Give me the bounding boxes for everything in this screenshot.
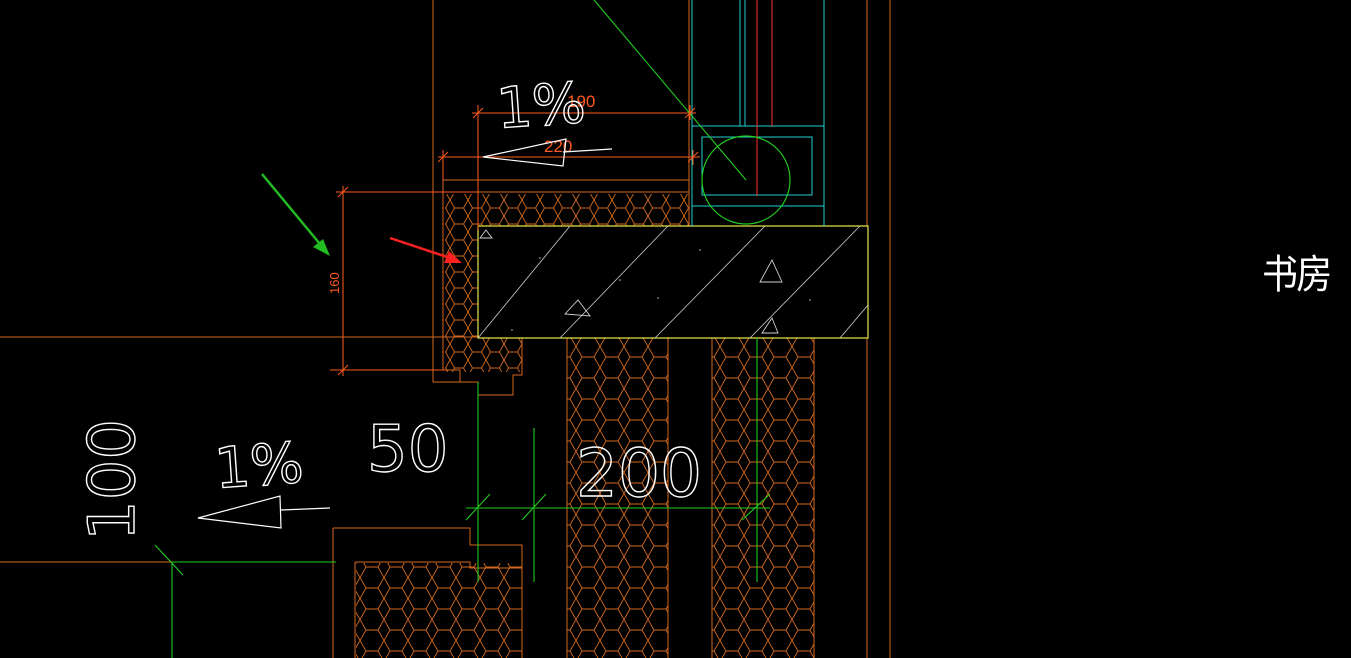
dimension-label-200: 200	[576, 435, 702, 512]
slope-label-bottom: 1%	[212, 431, 305, 502]
cad-drawing-canvas: 190 220 160 1% 1% 50 200 100	[0, 0, 891, 658]
dimension-label-220: 220	[544, 137, 572, 156]
concrete-slab	[477, 225, 869, 339]
dimension-lines	[330, 105, 700, 376]
window-red-lines	[756, 0, 773, 196]
dimension-label-50: 50	[367, 413, 448, 487]
green-pointer-arrow-icon	[261, 173, 330, 256]
window-frame	[691, 0, 825, 226]
room-label: 书房	[1262, 252, 1332, 298]
dimension-label-160: 160	[327, 272, 342, 294]
dimension-label-100: 100	[76, 419, 150, 541]
slope-label-top: 1%	[494, 71, 587, 142]
